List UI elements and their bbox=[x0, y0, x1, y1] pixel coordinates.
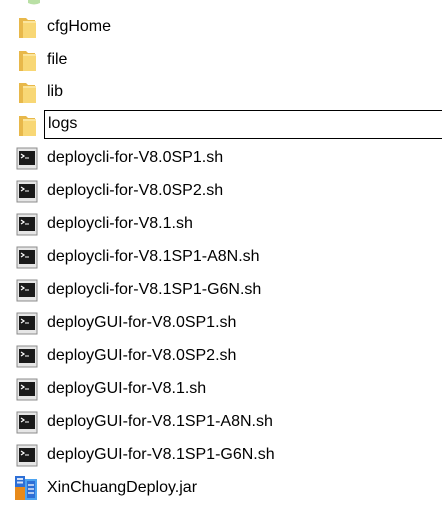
shell-script-icon bbox=[14, 343, 40, 369]
file-list-item[interactable]: logs bbox=[0, 108, 442, 141]
file-name: deployGUI-for-V8.0SP1.sh bbox=[47, 314, 237, 331]
file-list: cfgHome file lib logs deploycli-for-V8.0… bbox=[0, 0, 442, 527]
file-list-item[interactable]: deploycli-for-V8.1.sh bbox=[0, 207, 442, 240]
shell-script-icon bbox=[14, 145, 40, 171]
file-name: lib bbox=[47, 83, 64, 100]
file-list-item[interactable]: cfgHome bbox=[0, 10, 442, 43]
file-list-item[interactable]: deployGUI-for-V8.1SP1-G6N.sh bbox=[0, 438, 442, 471]
file-name: deploycli-for-V8.0SP2.sh bbox=[47, 182, 224, 199]
shell-script-icon bbox=[14, 409, 40, 435]
file-list-item[interactable]: XinChuangDeploy.jar bbox=[0, 471, 442, 504]
shell-script-icon bbox=[14, 277, 40, 303]
folder-icon bbox=[14, 47, 40, 73]
file-list-item[interactable]: deployGUI-for-V8.1.sh bbox=[0, 372, 442, 405]
shell-script-icon bbox=[14, 244, 40, 270]
file-list-item[interactable]: deploycli-for-V8.1SP1-A8N.sh bbox=[0, 240, 442, 273]
file-list-item[interactable]: deploycli-for-V8.0SP1.sh bbox=[0, 141, 442, 174]
file-list-item[interactable]: deployGUI-for-V8.0SP1.sh bbox=[0, 306, 442, 339]
folder-icon bbox=[14, 112, 40, 138]
shell-script-icon bbox=[14, 178, 40, 204]
shell-script-icon bbox=[14, 211, 40, 237]
file-name: deployGUI-for-V8.1SP1-A8N.sh bbox=[47, 413, 273, 430]
archive-icon bbox=[14, 475, 40, 501]
file-list-item[interactable]: deploycli-for-V8.1SP1-G6N.sh bbox=[0, 273, 442, 306]
file-name: deployGUI-for-V8.0SP2.sh bbox=[47, 347, 237, 364]
file-list-item[interactable]: deployGUI-for-V8.0SP2.sh bbox=[0, 339, 442, 372]
file-list-item[interactable]: deploycli-for-V8.0SP2.sh bbox=[0, 174, 442, 207]
file-name: deployGUI-for-V8.1.sh bbox=[47, 380, 207, 397]
shell-script-icon bbox=[14, 376, 40, 402]
file-name: deploycli-for-V8.1.sh bbox=[47, 215, 193, 232]
shell-script-icon bbox=[14, 310, 40, 336]
file-name: deployGUI-for-V8.1SP1-G6N.sh bbox=[47, 446, 275, 463]
file-name: file bbox=[47, 51, 68, 68]
file-name: deploycli-for-V8.0SP1.sh bbox=[47, 149, 224, 166]
file-name: cfgHome bbox=[47, 18, 112, 35]
rename-input[interactable] bbox=[44, 110, 442, 139]
file-list-item[interactable]: lib bbox=[0, 75, 442, 108]
folder-icon bbox=[14, 79, 40, 105]
file-list-item[interactable]: deployGUI-for-V8.1SP1-A8N.sh bbox=[0, 405, 442, 438]
file-name: deploycli-for-V8.1SP1-A8N.sh bbox=[47, 248, 260, 265]
partial-item-icon bbox=[28, 0, 40, 5]
file-name: XinChuangDeploy.jar bbox=[47, 479, 198, 496]
file-name: deploycli-for-V8.1SP1-G6N.sh bbox=[47, 281, 262, 298]
folder-icon bbox=[14, 14, 40, 40]
shell-script-icon bbox=[14, 442, 40, 468]
file-list-item[interactable]: file bbox=[0, 43, 442, 76]
file-name: logs bbox=[48, 115, 78, 132]
